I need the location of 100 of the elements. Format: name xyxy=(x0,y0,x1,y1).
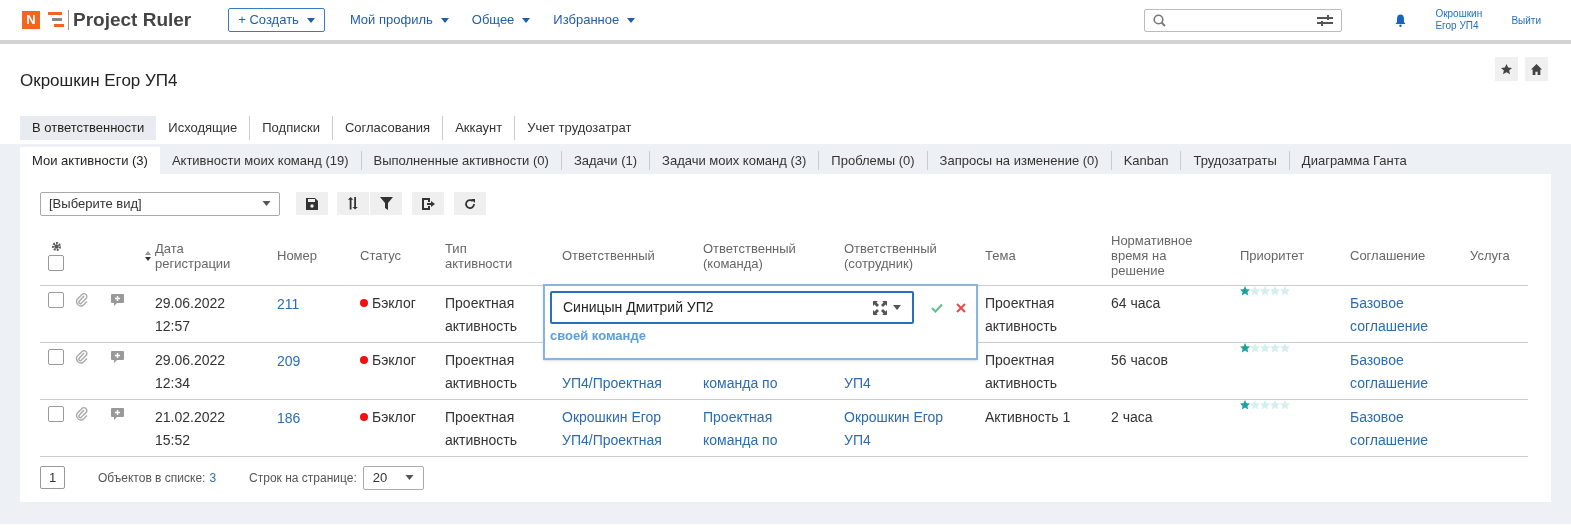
sort-arrows-icon xyxy=(347,196,359,211)
caret-icon xyxy=(627,17,636,23)
assignee-select[interactable]: Синицын Дмитрий УП2 xyxy=(550,291,914,324)
table-link[interactable]: команда по xyxy=(703,371,778,395)
subtab[interactable]: Запросы на изменение (0) xyxy=(926,151,1111,170)
select-all-checkbox[interactable] xyxy=(48,254,64,271)
table-link[interactable]: Базовое соглашение xyxy=(1350,405,1470,452)
column-header: Услуга xyxy=(1470,248,1511,264)
column-header: Ответственный xyxy=(562,248,654,264)
sort-button[interactable] xyxy=(337,192,369,215)
checkbox[interactable] xyxy=(48,291,64,308)
table-cell-text: 21.02.2022 15:52 xyxy=(155,407,227,450)
menu-link[interactable]: Общее xyxy=(471,10,531,30)
table-cell-text: 64 часа xyxy=(1111,293,1161,313)
page-title: Окрошкин Егор УП4 xyxy=(20,70,178,92)
logo-icon xyxy=(48,10,70,30)
paperclip-icon[interactable] xyxy=(75,349,88,364)
filter-button[interactable] xyxy=(370,192,402,215)
subtab[interactable]: Kanban xyxy=(1110,151,1181,170)
caret-icon xyxy=(893,305,901,310)
table-link[interactable]: Окрошкин Егор УП4/Проектная xyxy=(562,405,680,452)
search-field[interactable] xyxy=(1144,8,1343,32)
table-link[interactable]: Проектная команда по xyxy=(703,405,821,452)
paperclip-icon[interactable] xyxy=(75,292,88,307)
checkbox[interactable] xyxy=(48,405,64,422)
logout-link[interactable]: Выйти xyxy=(1511,12,1541,28)
count-link[interactable]: 3 xyxy=(209,468,217,487)
star-icon xyxy=(1501,63,1512,75)
sort-icon[interactable] xyxy=(145,250,151,261)
table-cell-text: Проектная активность xyxy=(445,350,518,393)
table-cell: Бэклог xyxy=(360,291,445,315)
table-link[interactable]: УП4 xyxy=(844,371,871,395)
logo-mark: N xyxy=(22,11,40,29)
app-name: Project Ruler xyxy=(73,7,192,32)
save-button[interactable] xyxy=(296,192,328,215)
tab[interactable]: Подписки xyxy=(249,116,332,140)
add-comment-icon[interactable] xyxy=(111,293,124,306)
subtab[interactable]: Диаграмма Ганта xyxy=(1288,151,1419,170)
caret-icon xyxy=(306,17,315,23)
star-icon xyxy=(1260,285,1270,296)
tab[interactable]: В ответственности xyxy=(20,116,157,140)
home-icon xyxy=(1531,63,1542,75)
table-cell-text: Проектная активность xyxy=(985,350,1058,393)
column-header: Ответственный (сотрудник) xyxy=(844,240,936,271)
menu-link[interactable]: Мой профиль xyxy=(349,10,449,30)
refresh-button[interactable] xyxy=(454,192,486,215)
tab[interactable]: Аккаунт xyxy=(442,116,515,140)
table-link[interactable]: Базовое соглашение xyxy=(1350,348,1470,395)
table-cell-text: Проектная активность xyxy=(445,407,518,450)
column-header: Нормативное время на решение xyxy=(1111,233,1194,279)
user-link[interactable]: Окрошкин Егор УП4 xyxy=(1435,8,1494,32)
star-icon xyxy=(1250,285,1260,296)
table-link[interactable]: 209 xyxy=(277,352,301,369)
checkbox[interactable] xyxy=(48,348,64,365)
star-icon xyxy=(1270,399,1280,410)
star-icon xyxy=(1250,342,1260,353)
table-link[interactable]: 211 xyxy=(277,295,300,312)
cancel-button[interactable] xyxy=(956,302,966,313)
subtab[interactable]: Трудозатраты xyxy=(1180,151,1289,170)
table-link[interactable]: Окрошкин Егор УП4 xyxy=(844,405,962,452)
table-link[interactable]: УП4/Проектная xyxy=(562,371,662,395)
table-link[interactable]: 186 xyxy=(277,409,301,426)
favorite-button[interactable] xyxy=(1495,57,1518,81)
subtab[interactable]: Проблемы (0) xyxy=(818,151,927,170)
column-header: Статус xyxy=(360,248,403,264)
table-cell: Бэклог xyxy=(360,405,445,429)
star-icon xyxy=(1280,342,1290,353)
export-icon xyxy=(421,197,435,210)
table-cell-text: Проектная активность xyxy=(985,293,1058,336)
page-number-button[interactable]: 1 xyxy=(40,466,65,489)
add-comment-icon[interactable] xyxy=(111,407,124,420)
star-icon xyxy=(1240,399,1250,410)
caret-icon xyxy=(440,17,449,23)
star-icon xyxy=(1250,399,1260,410)
refresh-icon xyxy=(464,197,476,210)
view-select[interactable]: [Выберите вид] xyxy=(40,191,280,216)
table-cell: Бэклог xyxy=(360,348,445,372)
subtab[interactable]: Выполненные активности (0) xyxy=(360,151,561,170)
settings-icon[interactable] xyxy=(51,240,62,252)
create-button[interactable]: + Создать xyxy=(228,8,325,32)
subtab[interactable]: Активности моих команд (19) xyxy=(159,147,361,174)
tab[interactable]: Согласования xyxy=(331,116,443,140)
bell-icon[interactable] xyxy=(1395,13,1407,27)
expand-icon[interactable] xyxy=(873,300,887,315)
confirm-button[interactable] xyxy=(931,301,943,314)
table-link[interactable]: Базовое соглашение xyxy=(1350,291,1470,338)
tab[interactable]: Исходящие xyxy=(156,116,250,140)
add-comment-icon[interactable] xyxy=(111,350,124,363)
export-button[interactable] xyxy=(412,192,444,215)
tab[interactable]: Учет трудозатрат xyxy=(514,116,644,140)
paperclip-icon[interactable] xyxy=(75,406,88,421)
subtab[interactable]: Задачи (1) xyxy=(560,151,650,170)
rows-per-page-select[interactable]: 20 xyxy=(362,465,424,490)
sliders-icon[interactable] xyxy=(1317,14,1334,26)
subtab[interactable]: Задачи моих команд (3) xyxy=(649,151,819,170)
subtab[interactable]: Мои активности (3) xyxy=(20,147,160,174)
home-button[interactable] xyxy=(1525,57,1548,81)
menu-link[interactable]: Избранное xyxy=(553,10,636,30)
column-header[interactable]: Дата регистрации xyxy=(155,240,247,271)
table-cell-text: 29.06.2022 12:57 xyxy=(155,293,227,336)
